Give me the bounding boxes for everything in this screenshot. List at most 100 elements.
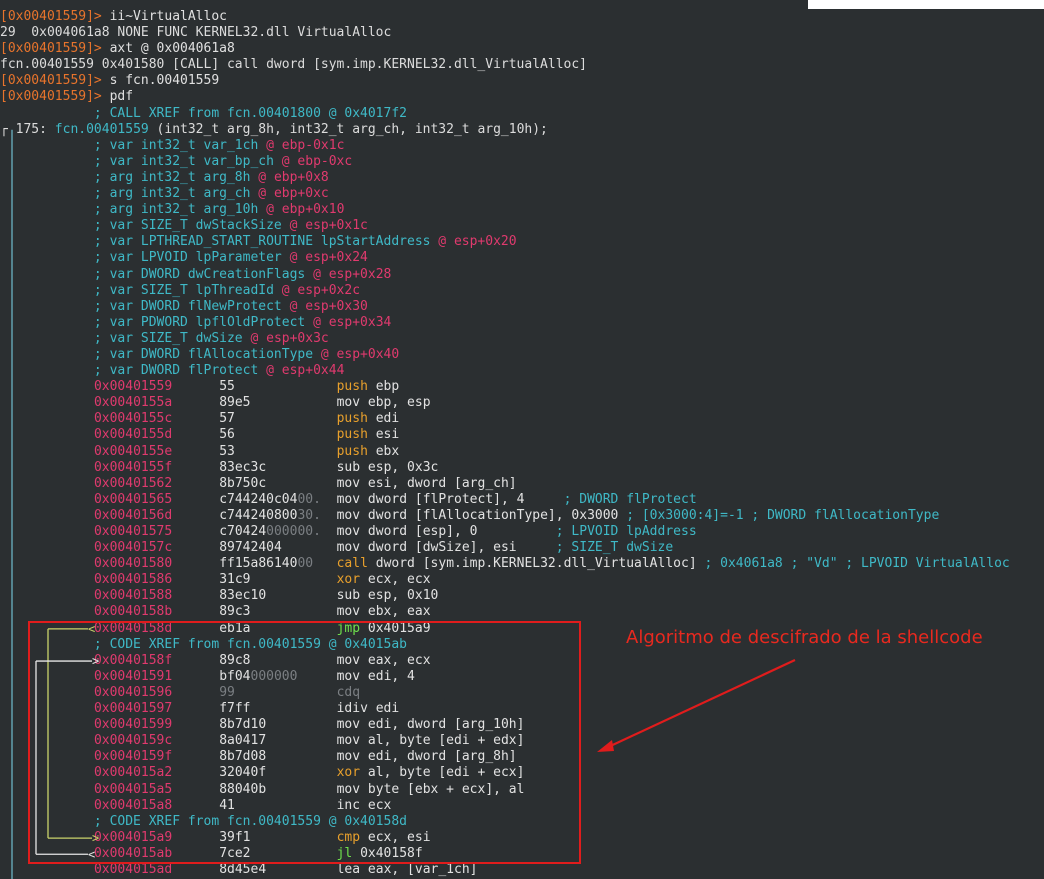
terminal-line: [0x00401559]> ii~VirtualAlloc (0, 9, 1010, 25)
terminal-line: ; var int32_t var_bp_ch @ ebp-0xc (0, 154, 1010, 170)
instruction-bytes: 89e5 (219, 395, 251, 411)
terminal-line: ; var SIZE_T lpThreadId @ esp+0x2c (0, 283, 1010, 299)
instruction-comment: ; DWORD flProtect (524, 491, 697, 507)
instruction-comment: ; LPVOID lpAddress (477, 524, 697, 539)
terminal-line: 0x0040155e 53 push ebx (0, 444, 1010, 460)
command-text: axt @ 0x004061a8 (101, 41, 235, 57)
terminal-line: ; var SIZE_T dwSize @ esp+0x3c (0, 331, 1010, 347)
terminal-line: [0x00401559]> pdf (0, 89, 1010, 105)
variable-location: @ esp+0x1c (281, 218, 368, 234)
operands: esi, dword [arg_ch] (360, 475, 517, 491)
output-text: 29 0x004061a8 NONE FUNC KERNEL32.dll Vir… (0, 25, 392, 41)
command-text: s fcn.00401559 (101, 73, 220, 89)
variable-decl: ; var LPTHREAD_START_ROUTINE lpStartAddr… (93, 234, 431, 250)
terminal-line: ; var DWORD flAllocationType @ esp+0x40 (0, 347, 1010, 363)
window-edge (808, 0, 1044, 9)
terminal-line: ; var DWORD flNewProtect @ esp+0x30 (0, 299, 1010, 315)
variable-decl: ; var DWORD flAllocationType (93, 346, 314, 362)
variable-location: @ esp+0x2c (273, 282, 361, 298)
terminal-line: 0x0040155d 56 push esi (0, 427, 1010, 443)
operands: ebx, eax (360, 604, 431, 620)
instruction-address: 0x0040157c (93, 540, 173, 556)
terminal-line: 29 0x004061a8 NONE FUNC KERNEL32.dll Vir… (0, 25, 1010, 41)
terminal-line: ; var DWORD flProtect @ esp+0x44 (0, 363, 1010, 379)
variable-decl: ; var DWORD flNewProtect (93, 298, 282, 314)
terminal-window: [0x00401559]> ii~VirtualAlloc 29 0x004061… (0, 0, 1044, 879)
operands: dword [dwSize], esi (360, 540, 517, 556)
instruction-address: 0x00401580 (93, 556, 173, 572)
instruction-bytes: 89742404 (219, 540, 282, 556)
terminal-line: ; var PDWORD lpflOldProtect @ esp+0x34 (0, 315, 1010, 331)
instruction-bytes: 89c3 (219, 604, 251, 620)
mnemonic: lea (336, 861, 361, 877)
instruction-address: 0x0040155c (93, 411, 173, 427)
operands: esp, 0x3c (360, 459, 439, 475)
terminal-line: 0x00401575 c70424000000. mov dword [esp]… (0, 524, 1010, 540)
variable-decl: ; var DWORD flProtect (93, 363, 259, 379)
mnemonic: mov (336, 491, 361, 507)
xref-comment: ; CALL XREF from fcn.00401800 @ 0x4017f2 (93, 105, 407, 121)
instruction-bytes: c70424 (219, 524, 267, 539)
operands: dword [sym.imp.KERNEL32.dll_VirtualAlloc… (367, 556, 697, 572)
instruction-comment: ; [0x3000:4]=-1 ; DWORD flAllocationType (618, 507, 940, 523)
instruction-address: 0x00401562 (93, 475, 173, 491)
variable-location: @ ebp+0x8 (250, 169, 329, 185)
operands: esi (367, 427, 400, 443)
terminal-line: 0x00401559 55 push ebp (0, 379, 1010, 395)
terminal-line: [0x00401559]> axt @ 0x004061a8 (0, 41, 1010, 57)
operands: dword [flAllocationType], 0x3000 (360, 507, 619, 523)
function-signature: (int32_t arg_8h, int32_t arg_ch, int32_t… (148, 121, 548, 137)
terminal-line: 0x0040156d c74424080030. mov dword [flAl… (0, 508, 1010, 524)
variable-location: @ esp+0x24 (281, 250, 368, 266)
annotation-label: Algoritmo de descifrado de la shellcode (626, 627, 983, 648)
variable-location: @ esp+0x34 (305, 314, 392, 330)
variable-location: @ ebp+0xc (250, 186, 329, 202)
terminal-line: 0x0040157c 89742404 mov dword [dwSize], … (0, 540, 1010, 556)
terminal-line: 0x00401588 83ec10 sub esp, 0x10 (0, 588, 1010, 604)
operands: ebx (367, 443, 400, 459)
variable-location: @ esp+0x44 (258, 363, 345, 379)
instruction-bytes: 83ec10 (219, 588, 267, 604)
instruction-address: 0x0040155d (93, 427, 173, 443)
variable-location: @ esp+0x20 (430, 234, 517, 250)
terminal-line: 0x0040155a 89e5 mov ebp, esp (0, 395, 1010, 411)
operands: ebp (367, 379, 400, 395)
instruction-bytes: 31c9 (219, 572, 251, 588)
terminal-line: 0x00401580 ff15a8614000 call dword [sym.… (0, 556, 1010, 572)
